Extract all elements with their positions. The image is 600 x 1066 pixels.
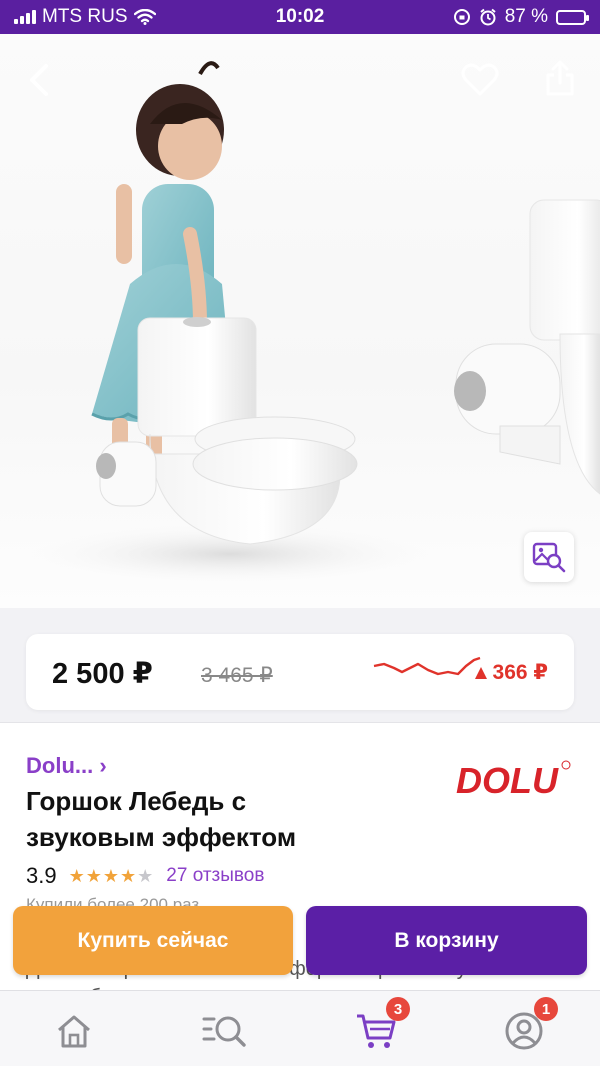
profile-badge: 1 xyxy=(534,997,558,1021)
brand-link[interactable]: Dolu... › xyxy=(26,753,107,779)
current-price: 2 500 ₽ xyxy=(52,658,153,690)
reviews-link[interactable]: 27 отзывов xyxy=(166,865,264,887)
back-button[interactable] xyxy=(18,58,62,102)
star-icon: ★ xyxy=(137,865,155,886)
svg-text:DOLU: DOLU xyxy=(456,760,559,801)
nav-profile[interactable]: 1 xyxy=(502,997,558,1053)
image-search-icon xyxy=(532,542,566,573)
nav-catalog[interactable] xyxy=(202,1009,246,1053)
status-bar: MTS RUS 10:02 87 % xyxy=(0,0,600,34)
star-icon: ★ xyxy=(85,865,103,886)
price-card[interactable]: 2 500 ₽ 3 465 ₽ 366 ₽ xyxy=(26,634,574,710)
price-trend-icon xyxy=(373,656,481,676)
star-icon: ★ xyxy=(120,865,138,886)
status-right: 87 % xyxy=(453,6,589,28)
heart-icon xyxy=(461,63,499,96)
price-section: 2 500 ₽ 3 465 ₽ 366 ₽ xyxy=(0,608,600,722)
orientation-lock-icon xyxy=(453,9,470,25)
brand-logo: DOLU xyxy=(456,760,571,801)
product-title: Горшок Лебедь с звуковым эффектом xyxy=(26,786,297,852)
battery-percent: 87 % xyxy=(504,6,548,27)
add-to-cart-button[interactable]: В корзину xyxy=(306,906,587,975)
battery-icon xyxy=(556,9,589,25)
price-change-value: 366 ₽ xyxy=(492,661,548,684)
product-image[interactable] xyxy=(0,34,600,608)
image-search-button[interactable] xyxy=(524,532,574,582)
star-icon: ★ xyxy=(68,865,86,886)
share-button[interactable] xyxy=(538,56,582,100)
star-icon: ★ xyxy=(102,865,121,886)
buy-now-button[interactable]: Купить сейчас xyxy=(13,906,293,975)
cart-badge: 3 xyxy=(386,997,410,1021)
rating-stars: ★★★★★ xyxy=(69,866,155,887)
bottom-nav: 3 1 xyxy=(0,990,600,1066)
arrow-up-icon xyxy=(474,666,487,679)
old-price: 3 465 ₽ xyxy=(201,664,273,687)
rating-row[interactable]: 3.9 ★★★★★ 27 отзывов xyxy=(26,863,264,889)
price-change: 366 ₽ xyxy=(474,660,548,685)
chevron-left-icon xyxy=(30,64,48,96)
favorite-button[interactable] xyxy=(458,58,502,102)
alarm-icon xyxy=(480,8,496,26)
nav-home[interactable] xyxy=(52,1009,96,1053)
catalog-search-icon xyxy=(202,1016,246,1047)
rating-value: 3.9 xyxy=(26,863,57,888)
share-icon xyxy=(546,60,574,96)
home-icon xyxy=(58,1015,90,1048)
product-photo xyxy=(30,61,600,584)
nav-cart[interactable]: 3 xyxy=(354,997,410,1053)
